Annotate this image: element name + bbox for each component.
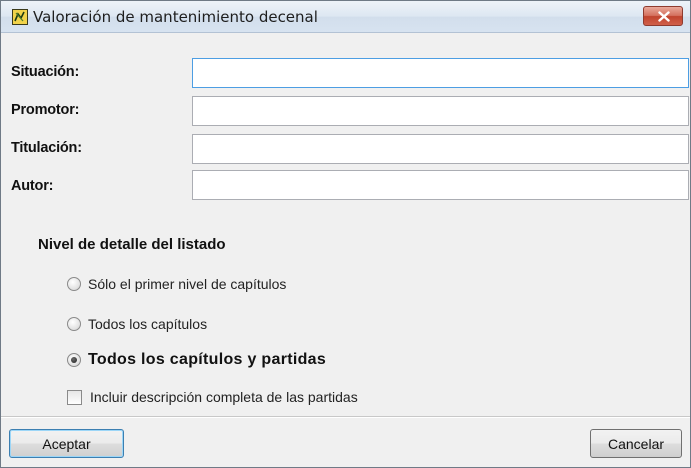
titulacion-input[interactable] <box>192 134 689 164</box>
accept-button[interactable]: Aceptar <box>9 429 124 458</box>
include-full-description-option[interactable]: Incluir descripción completa de las part… <box>67 386 358 408</box>
cancel-button[interactable]: Cancelar <box>590 429 682 458</box>
dialog-window: Valoración de mantenimiento decenal Situ… <box>0 0 691 468</box>
autor-input[interactable] <box>192 170 689 200</box>
checkbox-label: Incluir descripción completa de las part… <box>90 389 358 405</box>
title-bar[interactable]: Valoración de mantenimiento decenal <box>1 1 690 33</box>
situacion-label: Situación: <box>11 64 80 80</box>
radio-label: Todos los capítulos <box>88 316 208 332</box>
close-icon <box>658 11 670 22</box>
radio-option-all-chapters[interactable]: Todos los capítulos <box>67 313 207 335</box>
radio-option-first-level[interactable]: Sólo el primer nivel de capítulos <box>67 273 286 295</box>
promotor-input[interactable] <box>192 96 689 126</box>
detail-level-heading: Nivel de detalle del listado <box>38 236 226 253</box>
radio-label: Sólo el primer nivel de capítulos <box>88 276 287 292</box>
radio-label: Todos los capítulos y partidas <box>88 351 327 368</box>
autor-label: Autor: <box>11 178 54 194</box>
close-button[interactable] <box>643 6 683 26</box>
radio-button[interactable] <box>67 277 81 291</box>
app-icon <box>12 9 28 25</box>
radio-option-chapters-and-items[interactable]: Todos los capítulos y partidas <box>67 349 326 371</box>
titulacion-label: Titulación: <box>11 140 82 156</box>
promotor-label: Promotor: <box>11 102 80 118</box>
window-title: Valoración de mantenimiento decenal <box>33 8 318 26</box>
include-description-checkbox[interactable] <box>67 389 82 405</box>
footer-separator <box>1 416 690 418</box>
radio-button[interactable] <box>67 317 81 331</box>
situacion-input[interactable] <box>192 58 689 88</box>
radio-button-selected[interactable] <box>67 353 81 367</box>
